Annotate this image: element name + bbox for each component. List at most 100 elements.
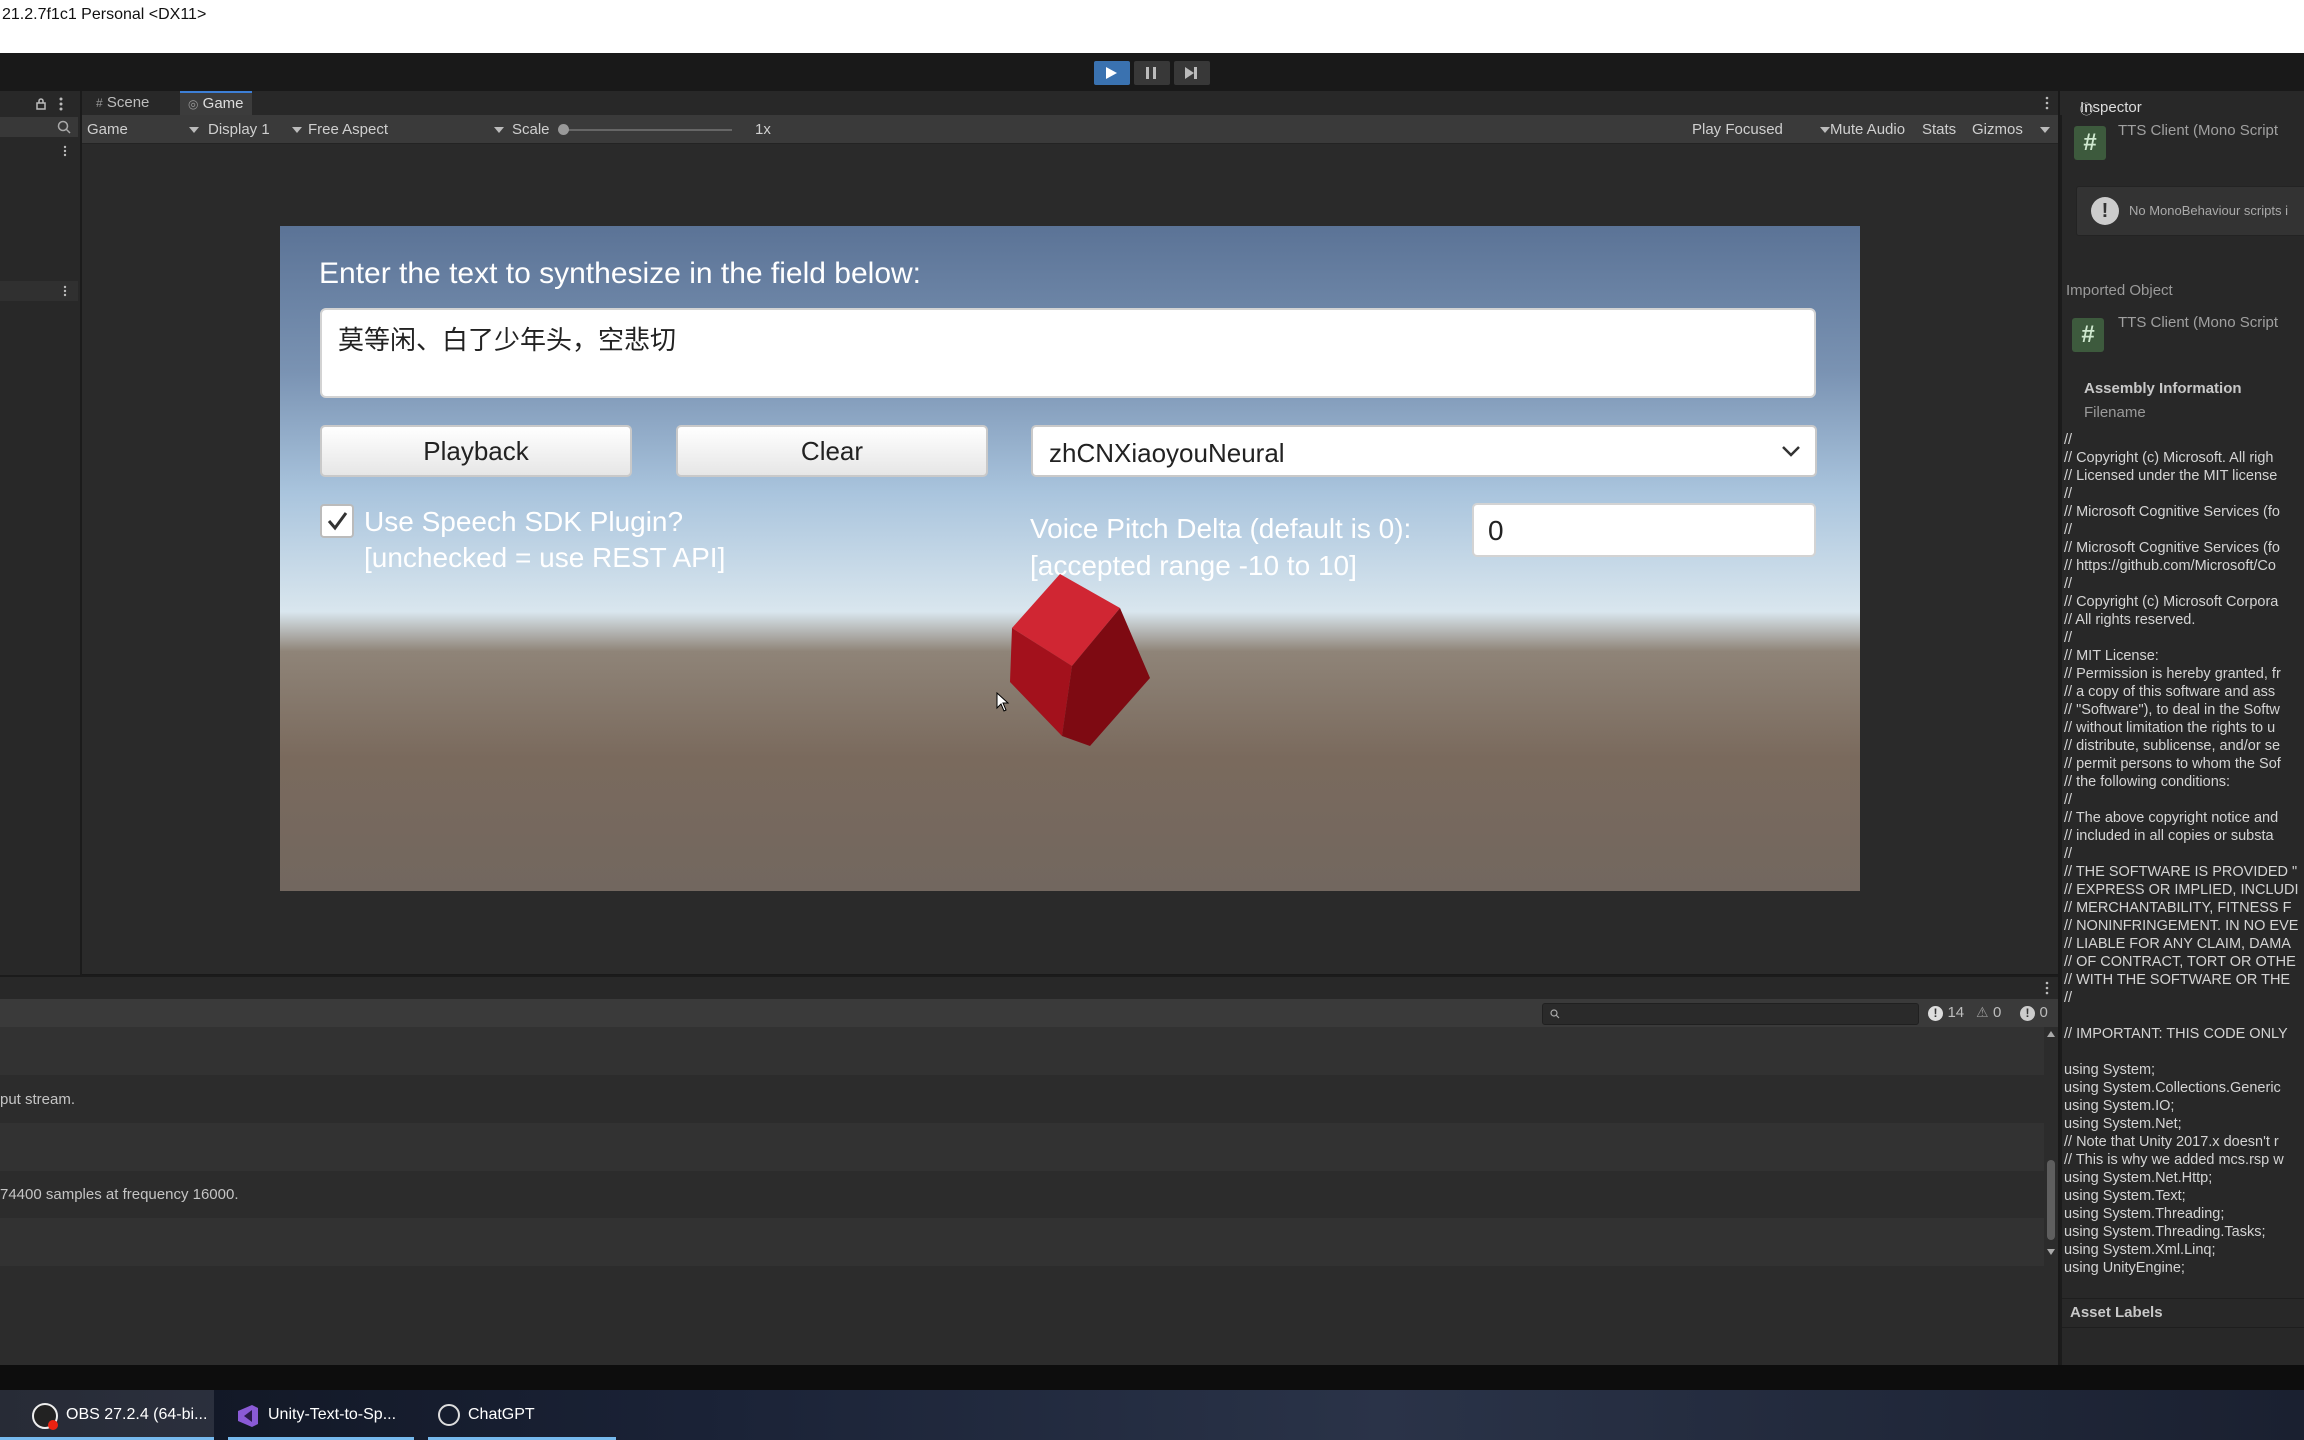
tab-game-label: Game bbox=[202, 95, 244, 112]
taskbar-item-chatgpt[interactable]: ChatGPT bbox=[428, 1390, 616, 1440]
playback-button[interactable]: Playback bbox=[320, 425, 632, 477]
checkmark-icon bbox=[327, 512, 348, 531]
console-row-text: 74400 samples at frequency 16000. bbox=[0, 1186, 239, 1203]
error-count: 0 bbox=[2039, 1004, 2048, 1021]
kebab-menu-icon[interactable] bbox=[2044, 981, 2050, 995]
taskbar-item-obs[interactable]: OBS 27.2.4 (64-bi... bbox=[0, 1390, 214, 1440]
console-row[interactable]: put stream. bbox=[0, 1075, 2044, 1123]
pitch-label: Voice Pitch Delta (default is 0): bbox=[1030, 513, 1412, 544]
tab-game[interactable]: ◎ Game bbox=[180, 91, 252, 115]
scale-label: Scale bbox=[512, 121, 550, 138]
gizmos-label: Gizmos bbox=[1972, 121, 2023, 138]
error-count-toggle[interactable]: ! 0 bbox=[2020, 1004, 2048, 1022]
play-icon bbox=[1106, 67, 1117, 79]
taskbar-item-visual-studio[interactable]: Unity-Text-to-Sp... bbox=[228, 1390, 418, 1440]
warning-icon: ⚠ bbox=[1976, 1004, 1989, 1020]
gizmos-dropdown[interactable]: Gizmos bbox=[1972, 121, 2052, 138]
scale-value: 1x bbox=[755, 121, 771, 138]
play-toolbar bbox=[0, 53, 2304, 91]
console-row[interactable] bbox=[0, 1027, 2044, 1075]
lock-icon[interactable] bbox=[34, 97, 48, 111]
taskbar: OBS 27.2.4 (64-bi... Unity-Text-to-Sp...… bbox=[0, 1390, 2304, 1440]
play-button[interactable] bbox=[1094, 61, 1130, 85]
error-icon: ! bbox=[2020, 1006, 2035, 1021]
tab-scene[interactable]: # Scene bbox=[88, 91, 157, 115]
script-source-preview: // // Copyright (c) Microsoft. All righ … bbox=[2064, 432, 2299, 1276]
console-scroll-thumb[interactable] bbox=[2047, 1160, 2055, 1240]
console-row-text: put stream. bbox=[0, 1091, 76, 1108]
scale-slider[interactable] bbox=[562, 129, 732, 131]
console-row[interactable] bbox=[0, 1218, 2044, 1266]
script-icon: # bbox=[2072, 318, 2104, 352]
mouse-cursor-icon bbox=[996, 692, 1010, 712]
search-icon[interactable] bbox=[56, 119, 72, 135]
game-canvas: Enter the text to synthesize in the fiel… bbox=[280, 226, 1860, 891]
scale-slider-thumb[interactable] bbox=[558, 124, 569, 135]
step-button[interactable] bbox=[1174, 61, 1210, 85]
asset-labels-header: Asset Labels bbox=[2070, 1304, 2163, 1321]
pitch-input-value: 0 bbox=[1488, 515, 1504, 546]
view-dropdown[interactable]: Game bbox=[87, 121, 199, 138]
red-cube bbox=[1010, 574, 1150, 746]
warning-count-toggle[interactable]: ⚠ 0 bbox=[1976, 1004, 2001, 1022]
window-title-bar: 21.2.7f1c1 Personal <DX11> bbox=[0, 0, 2304, 53]
game-panel-tabs: # Scene ◎ Game bbox=[82, 91, 2058, 115]
play-mode-dropdown[interactable]: Play Focused bbox=[1692, 121, 1830, 138]
speech-sdk-hint: [unchecked = use REST API] bbox=[364, 542, 726, 573]
taskbar-item-label: OBS 27.2.4 (64-bi... bbox=[66, 1406, 208, 1423]
console-row[interactable] bbox=[0, 1123, 2044, 1171]
console-log-list: put stream. 74400 samples at frequency 1… bbox=[0, 1027, 2044, 1365]
tab-inspector[interactable]: ⓘ Inspector bbox=[2060, 91, 2304, 117]
console-row[interactable] bbox=[0, 1266, 2044, 1314]
pitch-input[interactable]: 0 bbox=[1472, 503, 1816, 557]
chatgpt-icon bbox=[438, 1404, 460, 1426]
warning-icon: ! bbox=[2091, 197, 2119, 225]
mute-audio-button[interactable]: Mute Audio bbox=[1830, 121, 1905, 138]
kebab-menu-icon[interactable] bbox=[58, 97, 64, 111]
warning-text: No MonoBehaviour scripts i bbox=[2129, 203, 2288, 218]
kebab-menu-icon[interactable] bbox=[62, 145, 68, 157]
grid-icon: # bbox=[96, 96, 103, 110]
play-mode-label: Play Focused bbox=[1692, 121, 1783, 138]
tab-scene-label: Scene bbox=[106, 94, 150, 111]
aspect-dropdown[interactable]: Free Aspect bbox=[308, 121, 508, 138]
info-count-toggle[interactable]: ! 14 bbox=[1928, 1004, 1964, 1022]
scroll-down-icon[interactable] bbox=[2047, 1249, 2055, 1255]
scroll-up-icon[interactable] bbox=[2047, 1031, 2055, 1037]
info-count: 14 bbox=[1947, 1004, 1965, 1021]
script-icon: # bbox=[2074, 126, 2106, 160]
asset-labels-section[interactable]: Asset Labels bbox=[2062, 1298, 2304, 1328]
stats-button[interactable]: Stats bbox=[1922, 121, 1956, 138]
kebab-menu-icon[interactable] bbox=[2044, 96, 2050, 110]
clear-button[interactable]: Clear bbox=[676, 425, 988, 477]
view-dropdown-label: Game bbox=[87, 121, 128, 138]
display-dropdown[interactable]: Display 1 bbox=[208, 121, 302, 138]
warning-count: 0 bbox=[1993, 1004, 2002, 1021]
warning-box: ! No MonoBehaviour scripts i bbox=[2076, 186, 2304, 236]
console-tab-bar bbox=[0, 975, 2058, 1001]
game-view-toolbar: Game Display 1 Free Aspect Scale 1x Play… bbox=[82, 115, 2058, 144]
taskbar-item-label: Unity-Text-to-Sp... bbox=[268, 1406, 397, 1423]
speech-sdk-label: Use Speech SDK Plugin? bbox=[364, 506, 684, 537]
display-dropdown-label: Display 1 bbox=[208, 121, 270, 138]
filename-label: Filename bbox=[2084, 404, 2146, 421]
tab-inspector-label: Inspector bbox=[2080, 99, 2142, 116]
chevron-down-icon bbox=[1820, 127, 1830, 133]
speech-sdk-checkbox[interactable] bbox=[320, 504, 354, 538]
synthesis-text-value: 莫等闲、白了少年头，空悲切 bbox=[338, 325, 677, 355]
chevron-down-icon bbox=[189, 127, 199, 133]
assembly-info-header[interactable]: Assembly Information bbox=[2084, 380, 2242, 397]
synthesis-text-input[interactable]: 莫等闲、白了少年头，空悲切 bbox=[320, 308, 1816, 398]
visual-studio-icon bbox=[238, 1405, 258, 1427]
inspector-title: TTS Client (Mono Script bbox=[2118, 122, 2279, 139]
prompt-label: Enter the text to synthesize in the fiel… bbox=[319, 257, 922, 290]
kebab-menu-icon[interactable] bbox=[62, 285, 68, 297]
chevron-down-icon bbox=[292, 127, 302, 133]
chevron-down-icon bbox=[494, 127, 504, 133]
console-row[interactable]: 74400 samples at frequency 16000. bbox=[0, 1170, 2044, 1218]
gamepad-icon: ◎ bbox=[188, 97, 199, 111]
console-search-input[interactable] bbox=[1542, 1003, 1919, 1025]
info-icon: ! bbox=[1928, 1006, 1943, 1021]
voice-dropdown[interactable]: zhCNXiaoyouNeural bbox=[1031, 425, 1817, 477]
pause-button[interactable] bbox=[1134, 61, 1170, 85]
